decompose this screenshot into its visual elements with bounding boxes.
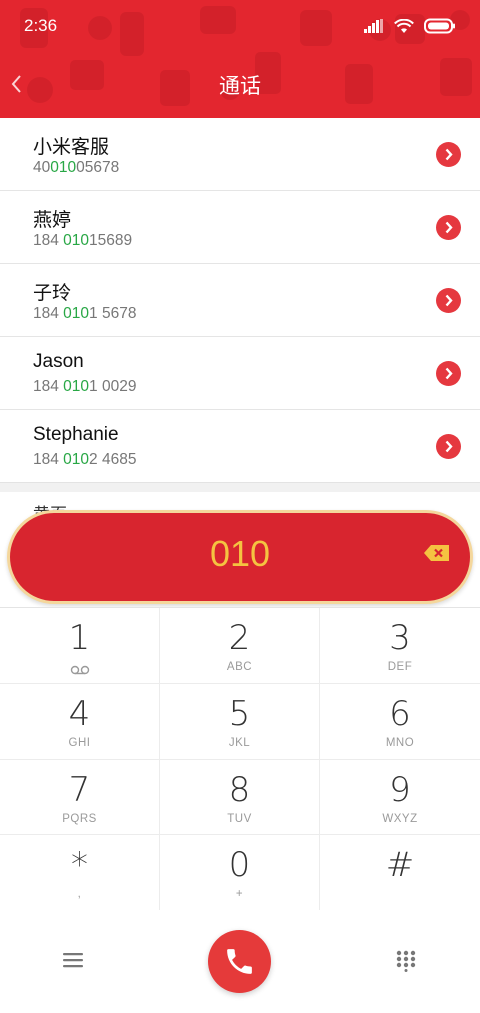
page-title: 通话 (219, 74, 261, 98)
details-button[interactable] (436, 361, 461, 386)
list-item[interactable]: 燕婷 184 01015689 (0, 191, 480, 264)
key-4[interactable]: 4 GHI (0, 683, 160, 760)
key-digit: 2 (228, 618, 251, 658)
key-digit: 9 (389, 769, 411, 810)
list-item[interactable]: 小米客服 4001005678 (0, 118, 480, 191)
contact-number: 184 01015689 (33, 232, 133, 249)
phone-icon (227, 949, 252, 974)
key-hash[interactable]: # (320, 835, 480, 911)
details-button[interactable] (436, 142, 461, 167)
details-button[interactable] (436, 434, 461, 459)
key-digit: # (385, 845, 415, 886)
key-letters: TUV (227, 812, 252, 825)
key-letters: DEF (387, 661, 413, 673)
contact-name: 燕婷 (33, 210, 72, 231)
key-6[interactable]: 6 MNO (320, 684, 480, 760)
contact-name: 子玲 (33, 283, 72, 304)
wifi-icon (394, 18, 414, 33)
header: 2:36 通话 (0, 0, 480, 118)
chevron-right-icon (445, 148, 453, 161)
dialpad-icon[interactable] (396, 950, 416, 972)
battery-icon (424, 18, 455, 34)
details-button[interactable] (436, 288, 461, 313)
title-row: 通话 (0, 64, 480, 104)
dial-display: 010 (7, 510, 473, 604)
key-letters: GHI (68, 736, 91, 749)
chevron-right-icon (445, 294, 453, 307)
menu-icon[interactable] (62, 951, 84, 969)
key-digit: 8 (228, 769, 251, 810)
key-5[interactable]: 5 JKL (160, 683, 320, 760)
key-letters: , (77, 888, 82, 901)
key-0[interactable]: 0 + (160, 835, 320, 911)
key-letters: JKL (228, 736, 251, 749)
key-digit: 1 (68, 618, 91, 658)
dialer-screen: 2:36 通话 小米客服 4001005678 燕婷 184 01015689 … (0, 0, 480, 1013)
key-digit: * (71, 845, 88, 886)
key-3[interactable]: 3 DEF (320, 608, 480, 684)
list-item[interactable]: Jason 184 0101 0029 (0, 337, 480, 410)
contact-number: 184 0101 0029 (33, 378, 137, 395)
key-9[interactable]: 9 WXYZ (320, 760, 480, 836)
status-icons (364, 16, 456, 36)
chevron-right-icon (445, 221, 453, 234)
contact-number: 4001005678 (33, 159, 120, 176)
status-time: 2:36 (24, 16, 58, 35)
key-8[interactable]: 8 TUV (160, 759, 320, 836)
list-item[interactable]: Stephanie 184 0102 4685 (0, 410, 480, 483)
key-1[interactable]: 1 (0, 608, 160, 684)
status-bar: 2:36 (0, 0, 480, 52)
key-letters: PQRS (62, 812, 97, 825)
dialed-digits: 010 (209, 533, 271, 574)
key-letters: + (235, 888, 244, 901)
key-digit: 7 (68, 769, 91, 810)
key-2[interactable]: 2 ABC (160, 608, 320, 684)
dial-keypad: 1 2 ABC 3 DEF 4 GHI 5 JKL 6 MNO 7 PQRS 8… (0, 607, 480, 911)
contact-name: Stephanie (33, 424, 119, 445)
contact-number: 184 0102 4685 (33, 451, 137, 468)
contact-name: 小米客服 (33, 137, 110, 158)
list-item[interactable]: 子玲 184 0101 5678 (0, 264, 480, 337)
chevron-right-icon (445, 367, 453, 380)
search-results-list: 小米客服 4001005678 燕婷 184 01015689 子玲 184 0… (0, 118, 480, 483)
key-digit: 5 (228, 693, 251, 734)
signal-icon (364, 19, 383, 33)
contact-number: 184 0101 5678 (33, 305, 137, 322)
section-divider (0, 482, 480, 492)
key-star[interactable]: * , (0, 835, 160, 911)
key-letters: WXYZ (382, 812, 418, 825)
key-letters: ABC (226, 661, 253, 673)
key-digit: 3 (389, 618, 411, 658)
contact-name: Jason (33, 351, 84, 372)
call-button[interactable] (208, 930, 271, 993)
bottom-bar (0, 910, 480, 1013)
key-7[interactable]: 7 PQRS (0, 759, 160, 836)
details-button[interactable] (436, 215, 461, 240)
chevron-right-icon (445, 440, 453, 453)
key-digit: 4 (68, 693, 91, 734)
key-letters: MNO (385, 736, 415, 749)
key-digit: 6 (389, 693, 411, 734)
key-digit: 0 (228, 845, 251, 886)
voicemail-icon (70, 665, 90, 675)
backspace-icon[interactable] (423, 542, 451, 564)
